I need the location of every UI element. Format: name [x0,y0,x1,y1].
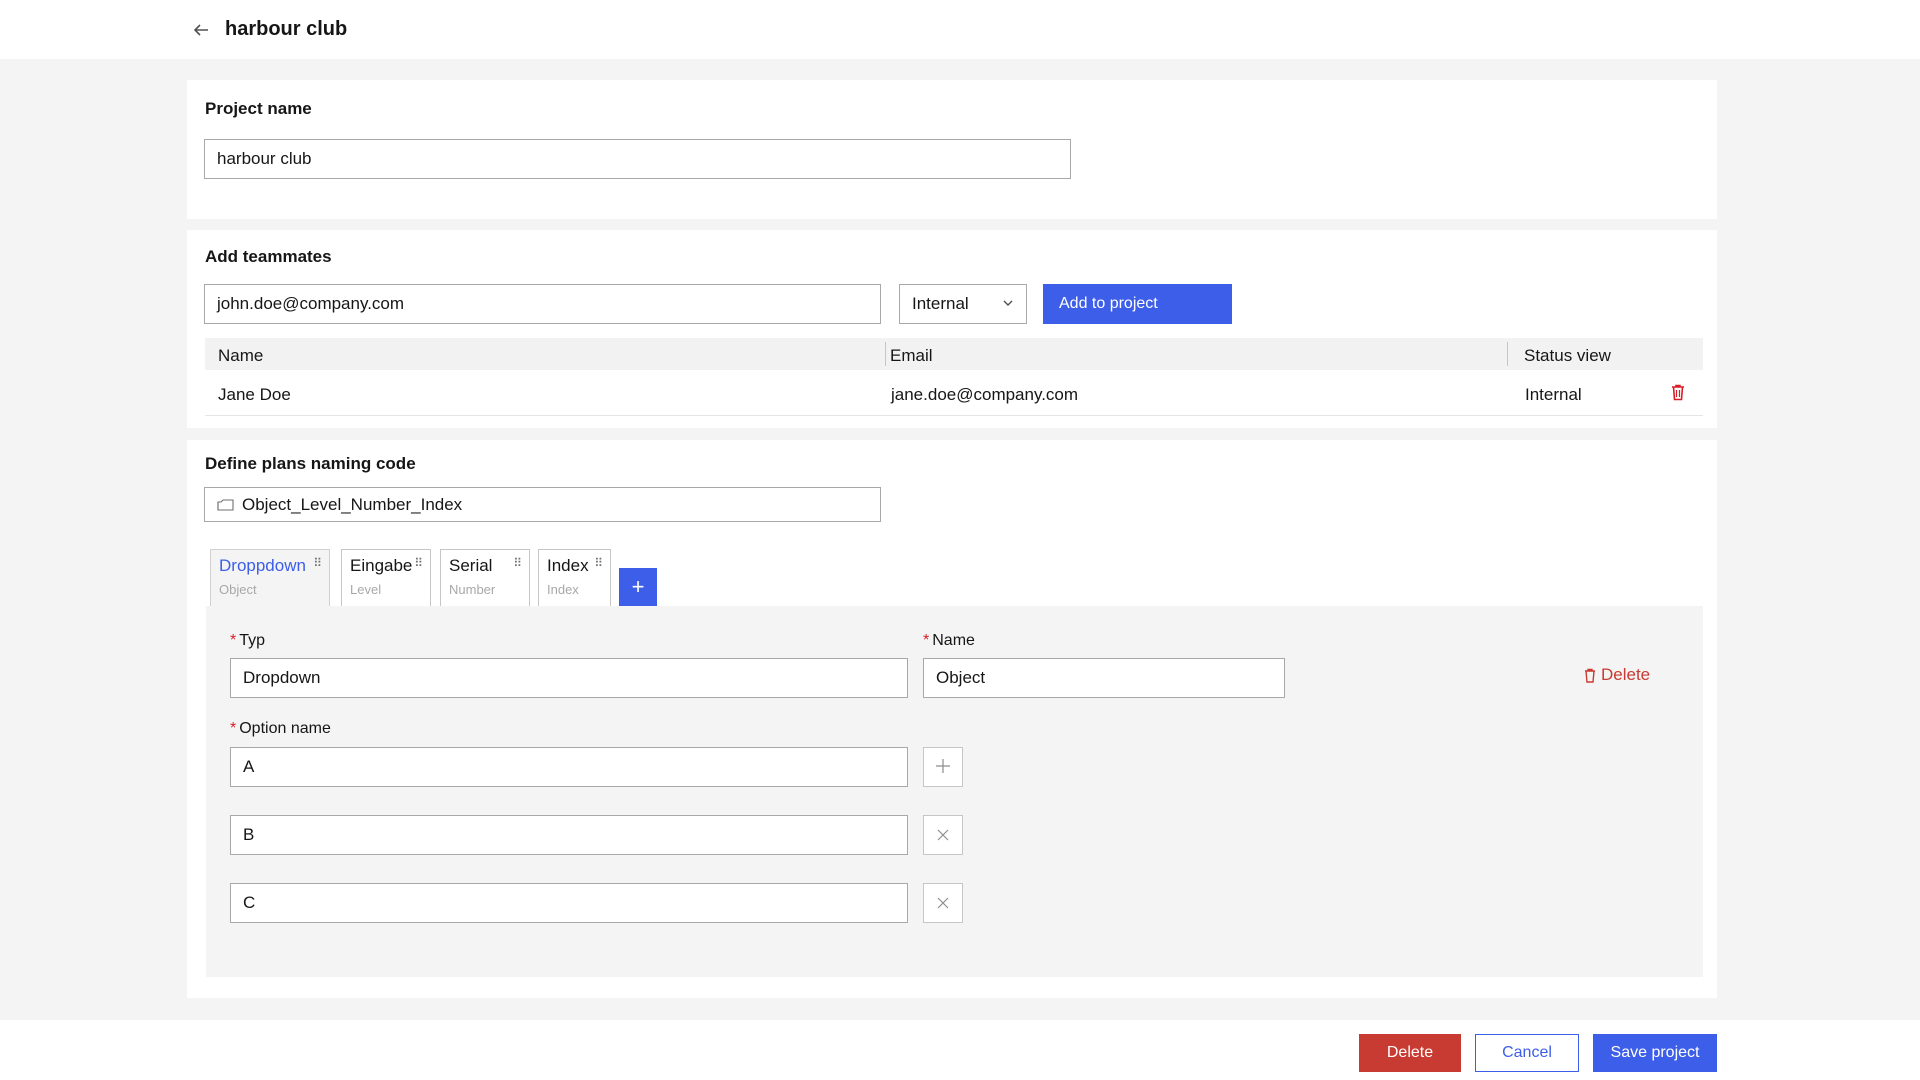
delete-segment-button[interactable]: Delete [1584,665,1650,685]
segment-tab-sub: Index [547,582,579,597]
teammates-table-header: Name Email Status view [205,338,1703,370]
drag-handle-icon[interactable]: ⠿ [313,556,322,570]
name-label: * Name [923,632,975,649]
remove-option-button[interactable] [923,815,963,855]
typ-label: * Typ [230,632,266,649]
delete-segment-label: Delete [1601,665,1651,684]
cancel-button[interactable]: Cancel [1475,1034,1579,1072]
column-email: Email [890,346,933,365]
naming-code-input[interactable]: Object_Level_Number_Index [204,487,881,522]
role-select[interactable]: Internal [899,284,1027,324]
option-input[interactable]: B [230,815,908,855]
delete-project-button[interactable]: Delete [1359,1034,1461,1072]
segment-tab-title: Serial [449,556,493,575]
cancel-label: Cancel [1502,1044,1552,1061]
option-name-label: * Option name [230,720,331,737]
segment-tab-dropdown[interactable]: Droppdown Object ⠿ [210,549,330,606]
segment-tab-title: Eingabe [350,556,413,575]
segment-tab-sub: Number [449,582,496,597]
close-icon [936,822,950,848]
name-input[interactable]: Object [923,658,1285,698]
plus-icon [935,754,951,780]
add-to-project-button[interactable]: Add to project [1043,284,1232,324]
teammate-email-input[interactable]: john.doe@company.com [204,284,881,324]
tag-icon [217,498,234,512]
trash-icon [1584,668,1596,683]
teammate-email-value: john.doe@company.com [217,294,405,313]
row-status: Internal [1525,385,1582,404]
close-icon [936,890,950,916]
column-status-view: Status view [1524,346,1611,365]
row-email: jane.doe@company.com [891,385,1079,404]
option-value: C [243,893,256,912]
segment-tab-index[interactable]: Index Index ⠿ [538,549,611,606]
project-name-input[interactable]: harbour club [204,139,1071,179]
add-segment-button[interactable]: + [619,568,657,606]
table-row: Jane Doe jane.doe@company.com Internal [205,370,1703,416]
name-value: Object [936,668,986,687]
drag-handle-icon[interactable]: ⠿ [594,556,603,570]
project-name-card: Project name harbour club [187,80,1717,219]
typ-input[interactable]: Dropdown [230,658,908,698]
drag-handle-icon[interactable]: ⠿ [414,556,423,570]
segment-tab-title: Droppdown [219,556,306,575]
add-option-button[interactable] [923,747,963,787]
segment-tab-sub: Level [350,582,382,597]
teammates-card: Add teammates john.doe@company.com Inter… [187,230,1717,428]
option-value: B [243,825,255,844]
option-input[interactable]: A [230,747,908,787]
option-value: A [243,757,255,776]
segment-editor-panel: * Typ Dropdown * Name Object Delete * Optio… [206,606,1703,977]
top-bar: harbour club [0,0,1920,59]
role-select-value: Internal [912,294,969,313]
drag-handle-icon[interactable]: ⠿ [513,556,522,570]
delete-project-label: Delete [1386,1044,1434,1061]
plus-icon: + [631,574,645,599]
option-input[interactable]: C [230,883,908,923]
column-separator [1507,342,1508,366]
remove-option-button[interactable] [923,883,963,923]
segment-tab-sub: Object [219,582,257,597]
save-project-button[interactable]: Save project [1593,1034,1717,1072]
footer-bar: Delete Cancel Save project [0,1020,1920,1080]
project-name-label: Project name [205,99,312,118]
row-name: Jane Doe [218,385,291,404]
save-project-label: Save project [1610,1044,1700,1061]
page-title: harbour club [225,18,348,40]
column-name: Name [218,346,264,365]
typ-value: Dropdown [243,668,321,687]
add-to-project-label: Add to project [1059,295,1158,312]
segment-tab-serial[interactable]: Serial Number ⠿ [440,549,530,606]
column-separator [885,342,886,366]
naming-code-value: Object_Level_Number_Index [242,494,463,514]
trash-icon[interactable] [1671,384,1685,406]
segment-tab-eingabe[interactable]: Eingabe Level ⠿ [341,549,431,606]
add-teammates-label: Add teammates [205,247,332,266]
project-name-value: harbour club [217,149,312,168]
back-arrow-icon[interactable] [187,16,215,44]
naming-code-label: Define plans naming code [205,454,416,473]
naming-code-card: Define plans naming code Object_Level_Nu… [187,440,1717,998]
chevron-down-icon [1002,294,1014,314]
